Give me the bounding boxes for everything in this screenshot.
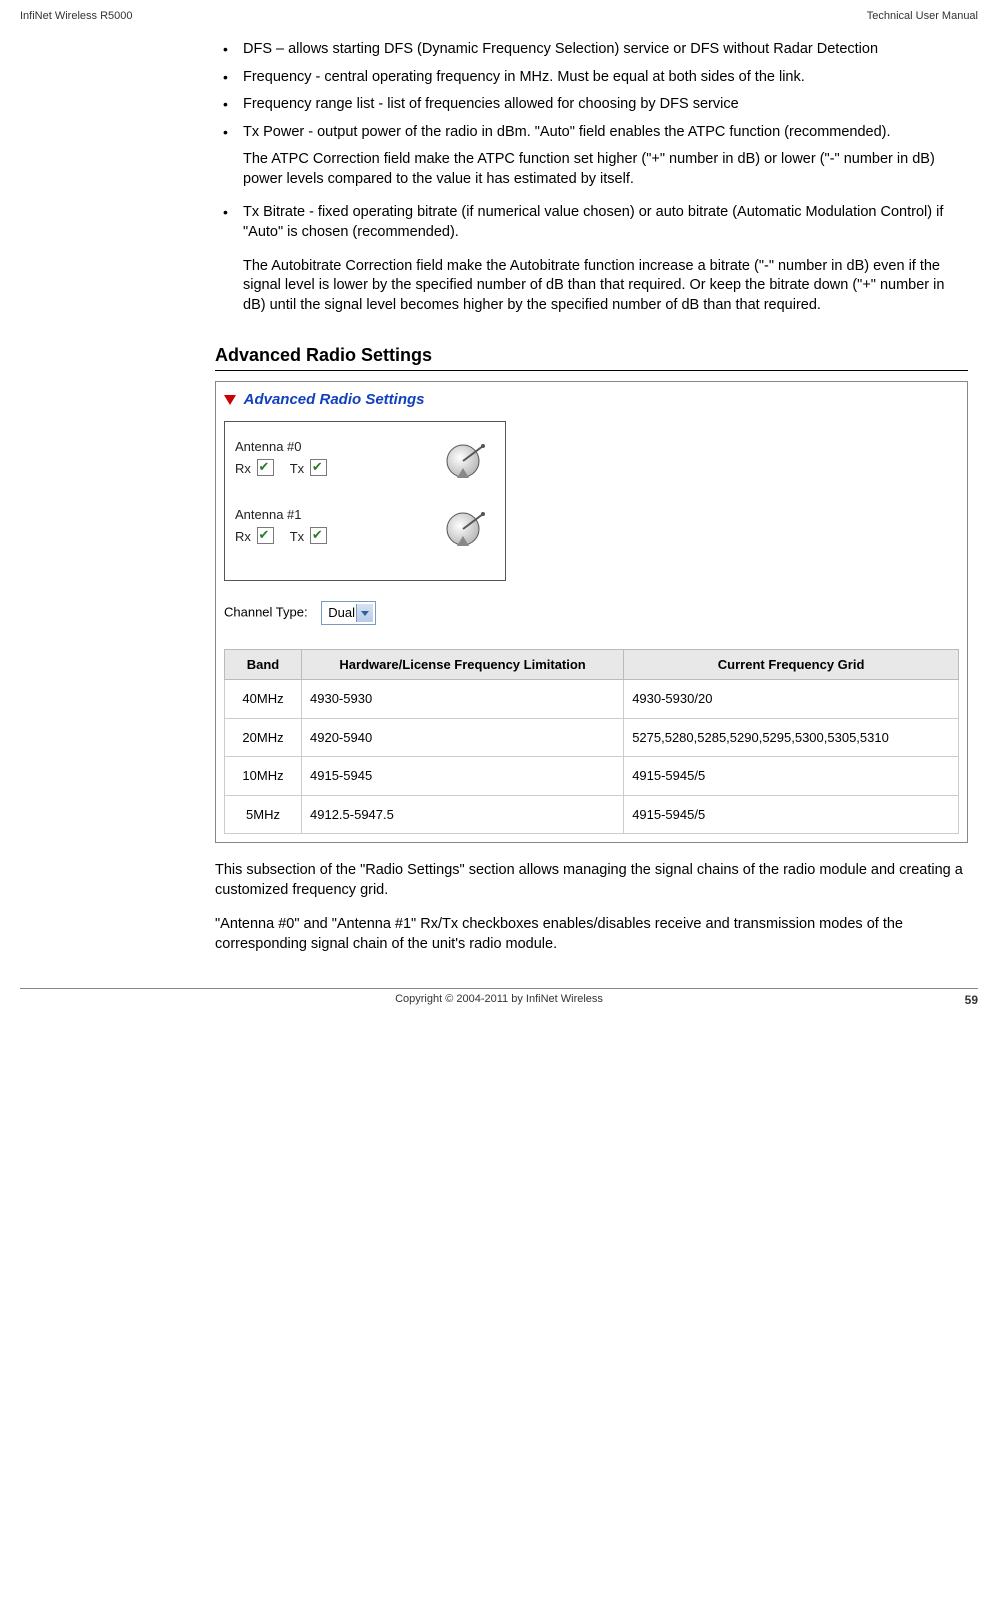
channel-type-select[interactable]: Dual xyxy=(321,601,376,625)
cell-grid: 4915-5945/5 xyxy=(624,757,959,796)
paragraph-after-1: This subsection of the "Radio Settings" … xyxy=(215,861,968,900)
antenna-0-tx-label: Tx xyxy=(290,461,304,476)
footer-page-number: 59 xyxy=(965,993,978,1007)
cell-band: 40MHz xyxy=(225,680,302,719)
bullet-list-2: Tx Bitrate - fixed operating bitrate (if… xyxy=(215,203,968,242)
header-left: InfiNet Wireless R5000 xyxy=(20,10,133,22)
table-row: 40MHz 4930-5930 4930-5930/20 xyxy=(225,680,959,719)
cell-band: 20MHz xyxy=(225,718,302,757)
channel-type-value: Dual xyxy=(328,605,355,620)
paragraph-after-2: "Antenna #0" and "Antenna #1" Rx/Tx chec… xyxy=(215,915,968,954)
bullet-frequency: Frequency - central operating frequency … xyxy=(215,68,968,88)
advanced-radio-settings-panel: Advanced Radio Settings Antenna #0 Rx Tx xyxy=(215,381,968,843)
table-row: 10MHz 4915-5945 4915-5945/5 xyxy=(225,757,959,796)
antenna-0-row: Antenna #0 Rx Tx xyxy=(235,438,495,490)
panel-header-label: Advanced Radio Settings xyxy=(244,391,425,408)
tx-power-subparagraph: The ATPC Correction field make the ATPC … xyxy=(243,150,968,189)
footer-copyright: Copyright © 2004-2011 by InfiNet Wireles… xyxy=(395,993,603,1005)
cell-grid: 4915-5945/5 xyxy=(624,795,959,834)
antenna-0-tx-checkbox[interactable] xyxy=(310,459,327,476)
table-header-band: Band xyxy=(225,649,302,680)
page-footer: Copyright © 2004-2011 by InfiNet Wireles… xyxy=(20,988,978,1005)
antenna-1-tx-checkbox[interactable] xyxy=(310,527,327,544)
cell-hw: 4930-5930 xyxy=(302,680,624,719)
bullet-tx-bitrate: Tx Bitrate - fixed operating bitrate (if… xyxy=(215,203,968,242)
bullet-dfs: DFS – allows starting DFS (Dynamic Frequ… xyxy=(215,40,968,60)
bullet-tx-power: Tx Power - output power of the radio in … xyxy=(215,123,968,143)
cell-grid: 5275,5280,5285,5290,5295,5300,5305,5310 xyxy=(624,718,959,757)
section-title: Advanced Radio Settings xyxy=(215,343,968,371)
channel-type-row: Channel Type: Dual xyxy=(224,601,959,625)
cell-hw: 4920-5940 xyxy=(302,718,624,757)
panel-header[interactable]: Advanced Radio Settings xyxy=(224,390,959,410)
antenna-1-tx-label: Tx xyxy=(290,529,304,544)
antenna-dish-icon xyxy=(443,438,489,491)
antenna-0-rx-label: Rx xyxy=(235,461,251,476)
chevron-down-icon[interactable] xyxy=(356,604,373,622)
cell-grid: 4930-5930/20 xyxy=(624,680,959,719)
table-row: 5MHz 4912.5-5947.5 4915-5945/5 xyxy=(225,795,959,834)
channel-type-label: Channel Type: xyxy=(224,604,308,619)
antenna-1-rx-checkbox[interactable] xyxy=(257,527,274,544)
frequency-table: Band Hardware/License Frequency Limitati… xyxy=(224,649,959,835)
antenna-0-rx-checkbox[interactable] xyxy=(257,459,274,476)
antenna-1-rx-label: Rx xyxy=(235,529,251,544)
table-header-hw: Hardware/License Frequency Limitation xyxy=(302,649,624,680)
page-header: InfiNet Wireless R5000 Technical User Ma… xyxy=(20,10,978,22)
bullet-list: DFS – allows starting DFS (Dynamic Frequ… xyxy=(215,40,968,142)
antenna-panel: Antenna #0 Rx Tx xyxy=(224,421,506,581)
cell-band: 5MHz xyxy=(225,795,302,834)
table-row: 20MHz 4920-5940 5275,5280,5285,5290,5295… xyxy=(225,718,959,757)
cell-hw: 4912.5-5947.5 xyxy=(302,795,624,834)
collapse-icon[interactable] xyxy=(224,395,236,405)
antenna-1-row: Antenna #1 Rx Tx xyxy=(235,506,495,558)
tx-bitrate-subparagraph: The Autobitrate Correction field make th… xyxy=(243,257,968,316)
cell-band: 10MHz xyxy=(225,757,302,796)
table-header-grid: Current Frequency Grid xyxy=(624,649,959,680)
content-body: DFS – allows starting DFS (Dynamic Frequ… xyxy=(215,40,968,954)
antenna-dish-icon xyxy=(443,506,489,559)
cell-hw: 4915-5945 xyxy=(302,757,624,796)
bullet-freq-range: Frequency range list - list of frequenci… xyxy=(215,95,968,115)
header-right: Technical User Manual xyxy=(867,10,978,22)
